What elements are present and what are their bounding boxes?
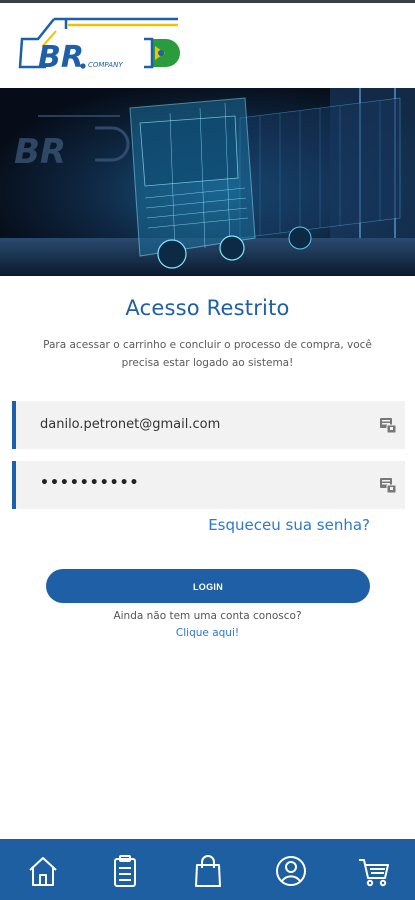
shopping-bag-icon[interactable] [188, 851, 228, 891]
register-link[interactable]: Clique aqui! [0, 627, 415, 639]
user-circle-icon[interactable] [271, 851, 311, 891]
email-value[interactable]: danilo.petronet@gmail.com [40, 401, 220, 449]
logo-text: BR [38, 40, 84, 75]
page-title: Acesso Restrito [125, 296, 290, 320]
login-button[interactable]: LOGIN [46, 569, 370, 603]
password-value[interactable]: •••••••••• [40, 461, 139, 505]
hero-watermark: BR [14, 132, 66, 172]
email-field[interactable]: danilo.petronet@gmail.com [12, 401, 405, 449]
br-company-logo[interactable]: BR COMPANY [16, 17, 181, 75]
cart-icon[interactable] [354, 851, 394, 891]
password-field[interactable]: •••••••••• [12, 461, 405, 509]
app-header: BR COMPANY [0, 3, 415, 88]
forgot-password-link[interactable]: Esqueceu sua senha? [208, 516, 370, 534]
autofill-key-icon[interactable] [379, 477, 397, 494]
page-subtitle: Para acessar o carrinho e concluir o pro… [43, 339, 372, 369]
clipboard-icon[interactable] [105, 851, 145, 891]
no-account-text: Ainda não tem uma conta conosco? [113, 610, 302, 622]
autofill-key-icon[interactable] [379, 417, 397, 434]
bottom-navigation [0, 839, 415, 900]
hero-truck-banner: BR [0, 88, 415, 276]
logo-subtext: COMPANY [88, 61, 123, 69]
home-icon[interactable] [23, 851, 63, 891]
